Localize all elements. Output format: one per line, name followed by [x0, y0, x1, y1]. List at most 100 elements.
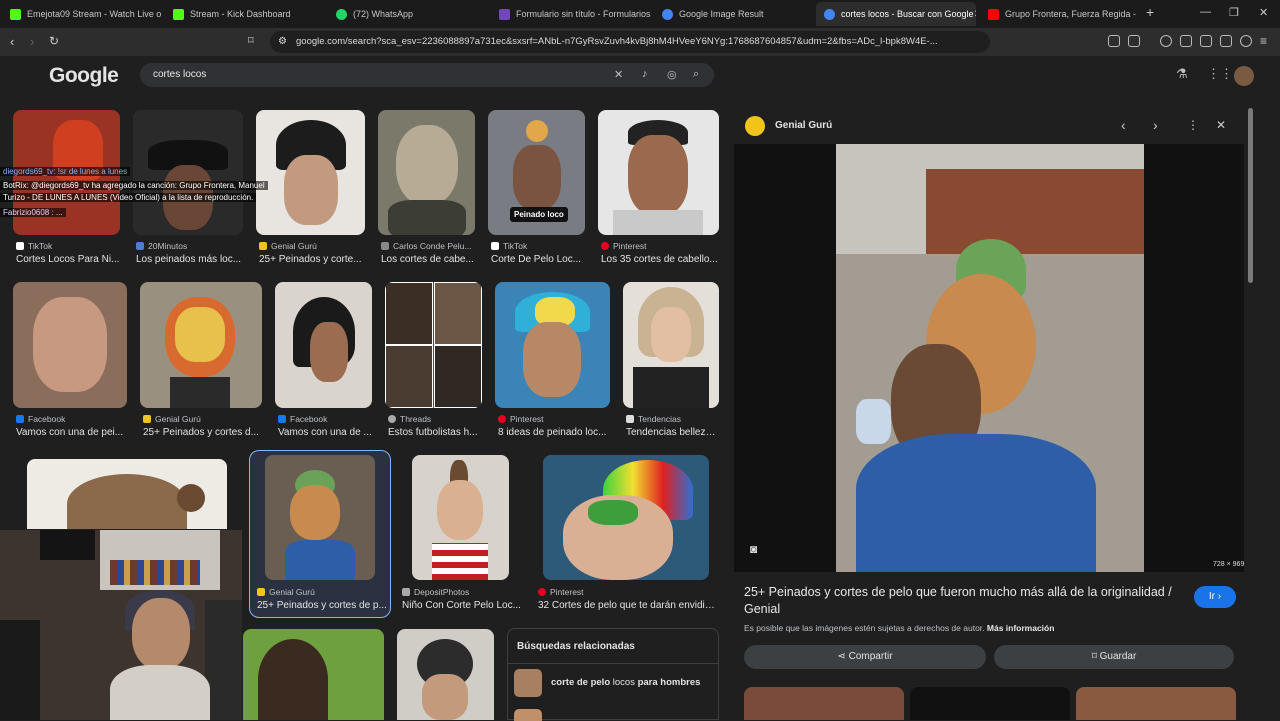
result-thumbnail-7[interactable]: [13, 282, 127, 408]
tab-kick-stream[interactable]: Emejota09 Stream - Watch Live o: [2, 2, 162, 26]
result-source-2[interactable]: 20Minutos: [136, 241, 243, 251]
result-title-10[interactable]: Estos futbolistas h...: [388, 427, 482, 438]
result-title-3[interactable]: 25+ Peinados y corte...: [259, 254, 365, 265]
result-source-7[interactable]: Facebook: [16, 414, 127, 424]
back-icon[interactable]: ‹: [10, 34, 14, 49]
related-item[interactable]: corte de pelo locos para hombres: [514, 669, 714, 697]
result-thumbnail-13[interactable]: [265, 455, 375, 580]
related-image[interactable]: [910, 687, 1070, 720]
result-source-6[interactable]: Pinterest: [601, 241, 719, 251]
result-title-15[interactable]: 32 Cortes de pelo que te darán envidia .…: [538, 600, 719, 611]
preview-image[interactable]: [836, 144, 1144, 572]
tab-search[interactable]: cortes locos - Buscar con Google✕: [816, 2, 976, 26]
result-thumbnail-3[interactable]: [256, 110, 365, 235]
bookmark-icon[interactable]: ⌑: [248, 34, 254, 47]
google-logo[interactable]: Google: [49, 64, 119, 88]
url-field[interactable]: ⚙ google.com/search?sca_esv=2236088897a7…: [270, 31, 990, 53]
search-icon[interactable]: ⌕: [693, 68, 699, 81]
lens-icon[interactable]: ◎: [667, 68, 677, 81]
result-title-7[interactable]: Vamos con una de pei...: [16, 427, 127, 438]
related-image[interactable]: [744, 687, 904, 720]
restore-button[interactable]: ❐: [1229, 6, 1239, 19]
tab-whatsapp[interactable]: (72) WhatsApp: [328, 2, 488, 26]
related-image[interactable]: [1076, 687, 1236, 720]
result-title-13[interactable]: 25+ Peinados y cortes de p...: [257, 600, 387, 611]
sidebar-icon[interactable]: [1180, 35, 1192, 47]
apps-icon[interactable]: ⋮⋮: [1207, 66, 1233, 82]
result-title-4[interactable]: Los cortes de cabe...: [381, 254, 475, 265]
forward-icon[interactable]: ›: [30, 34, 34, 49]
result-title-6[interactable]: Los 35 cortes de cabello...: [601, 254, 719, 265]
avatar[interactable]: [1234, 66, 1254, 86]
labs-icon[interactable]: ⚗: [1176, 66, 1188, 82]
result-thumbnail-16[interactable]: [243, 629, 384, 720]
result-source-12[interactable]: Tendencias: [626, 414, 719, 424]
result-thumbnail-14[interactable]: [412, 455, 509, 580]
result-title-9[interactable]: Vamos con una de ...: [278, 427, 372, 438]
result-thumbnail-5[interactable]: Peinado loco: [488, 110, 585, 235]
tab-image-result[interactable]: Google Image Result: [654, 2, 814, 26]
share-button[interactable]: ⋖ Compartir: [744, 645, 986, 669]
shield-icon[interactable]: [1240, 35, 1252, 47]
result-source-5[interactable]: TikTok: [491, 241, 585, 251]
next-icon[interactable]: ›: [1153, 117, 1158, 133]
result-source-4[interactable]: Carlos Conde Pelu...: [381, 241, 475, 251]
result-title-8[interactable]: 25+ Peinados y cortes d...: [143, 427, 262, 438]
visit-button[interactable]: Ir ›: [1194, 586, 1236, 608]
result-thumbnail-17[interactable]: [397, 629, 494, 720]
new-tab-button[interactable]: +: [1146, 4, 1154, 20]
result-source-3[interactable]: Genial Gurú: [259, 241, 365, 251]
menu-icon[interactable]: ≡: [1260, 34, 1267, 48]
panel-source[interactable]: Genial Gurú: [775, 120, 832, 131]
save-button[interactable]: ⌑ Guardar: [994, 645, 1234, 669]
result-title-1[interactable]: Cortes Locos Para Ni...: [16, 254, 120, 265]
result-source-11[interactable]: Pinterest: [498, 414, 610, 424]
result-thumbnail-12[interactable]: [623, 282, 719, 408]
media-icon[interactable]: [1160, 35, 1172, 47]
result-source-8[interactable]: Genial Gurú: [143, 414, 262, 424]
result-title-14[interactable]: Niño Con Corte Pelo Loc...: [402, 600, 522, 611]
result-title-12[interactable]: Tendencias belleza...: [626, 427, 719, 438]
panel-title[interactable]: 25+ Peinados y cortes de pelo que fueron…: [744, 584, 1174, 618]
more-options-icon[interactable]: ⋮: [1187, 118, 1199, 132]
wallet-icon[interactable]: [1200, 35, 1212, 47]
extension-icon[interactable]: [1108, 35, 1120, 47]
site-info-icon[interactable]: ⚙: [278, 31, 287, 53]
result-title-2[interactable]: Los peinados más loc...: [136, 254, 243, 265]
reload-icon[interactable]: ↻: [49, 34, 59, 48]
result-source-9[interactable]: Facebook: [278, 414, 372, 424]
result-source-13[interactable]: Genial Gurú: [257, 587, 387, 597]
result-thumbnail-15[interactable]: [543, 455, 709, 580]
clear-icon[interactable]: ✕: [614, 68, 623, 81]
tab-youtube[interactable]: Grupo Frontera, Fuerza Regida -: [980, 2, 1140, 26]
result-title-11[interactable]: 8 ideas de peinado loc...: [498, 427, 610, 438]
result-thumbnail-9[interactable]: [275, 282, 372, 408]
close-icon[interactable]: ✕: [1216, 118, 1226, 132]
tab-forms[interactable]: Formulario sin título - Formularios de: [491, 2, 651, 26]
google-icon: [662, 8, 673, 20]
scrollbar[interactable]: [1248, 108, 1253, 283]
result-thumbnail-11[interactable]: [495, 282, 610, 408]
mic-icon[interactable]: ♪: [642, 68, 648, 80]
result-source-1[interactable]: TikTok: [16, 241, 120, 251]
tab-kick-dashboard[interactable]: Stream - Kick Dashboard: [165, 2, 325, 26]
result-source-10[interactable]: Threads: [388, 414, 482, 424]
result-thumbnail-13a[interactable]: [27, 459, 227, 529]
more-info-link[interactable]: Más información: [987, 623, 1055, 633]
result-thumbnail-6[interactable]: [598, 110, 719, 235]
result-thumbnail-8[interactable]: [140, 282, 262, 408]
search-input[interactable]: cortes locos: [140, 63, 714, 87]
result-title-5[interactable]: Corte De Pelo Loc...: [491, 254, 585, 265]
result-source-14[interactable]: DepositPhotos: [402, 587, 522, 597]
close-tab-icon[interactable]: ✕: [974, 9, 976, 20]
result-thumbnail-2[interactable]: [133, 110, 243, 235]
result-thumbnail-4[interactable]: [378, 110, 475, 235]
minimize-button[interactable]: —: [1200, 6, 1211, 18]
extension-icon[interactable]: [1128, 35, 1140, 47]
result-thumbnail-10[interactable]: [385, 282, 482, 408]
result-source-15[interactable]: Pinterest: [538, 587, 719, 597]
close-window-button[interactable]: ✕: [1259, 6, 1268, 19]
extension-icon[interactable]: [1220, 35, 1232, 47]
lens-icon[interactable]: ◙: [750, 542, 757, 556]
previous-icon[interactable]: ‹: [1121, 117, 1126, 133]
